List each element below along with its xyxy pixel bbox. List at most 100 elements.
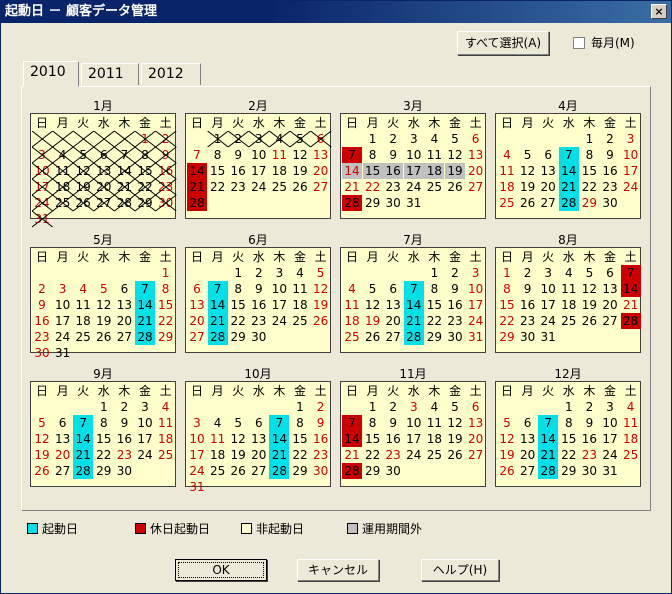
day-cell[interactable]: 8 bbox=[208, 147, 228, 163]
day-cell[interactable]: 2 bbox=[156, 131, 176, 147]
weekday-header[interactable]: 水 bbox=[249, 383, 269, 399]
day-cell[interactable]: 6 bbox=[538, 147, 558, 163]
day-cell[interactable]: 20 bbox=[53, 447, 73, 463]
day-cell[interactable]: 18 bbox=[156, 431, 176, 447]
weekday-header[interactable]: 金 bbox=[290, 383, 310, 399]
day-cell[interactable]: 27 bbox=[383, 329, 403, 345]
day-cell[interactable]: 24 bbox=[466, 313, 486, 329]
day-cell[interactable]: 29 bbox=[156, 329, 176, 345]
day-cell[interactable]: 4 bbox=[424, 399, 444, 415]
day-cell[interactable]: 12 bbox=[32, 431, 52, 447]
day-cell[interactable]: 2 bbox=[383, 131, 403, 147]
day-cell[interactable]: 25 bbox=[424, 447, 444, 463]
day-cell[interactable]: 10 bbox=[53, 297, 73, 313]
day-cell[interactable]: 6 bbox=[518, 415, 538, 431]
day-cell[interactable]: 20 bbox=[518, 447, 538, 463]
day-cell[interactable]: 26 bbox=[518, 195, 538, 211]
day-cell[interactable]: 4 bbox=[156, 399, 176, 415]
weekday-header[interactable]: 火 bbox=[538, 383, 558, 399]
day-cell[interactable]: 6 bbox=[94, 147, 114, 163]
weekday-header[interactable]: 火 bbox=[73, 249, 93, 265]
day-cell[interactable]: 31 bbox=[404, 195, 424, 211]
day-cell[interactable]: 22 bbox=[559, 447, 579, 463]
day-cell[interactable]: 25 bbox=[497, 195, 517, 211]
weekday-header[interactable]: 月 bbox=[53, 383, 73, 399]
day-cell[interactable]: 3 bbox=[621, 131, 641, 147]
weekday-header[interactable]: 火 bbox=[383, 115, 403, 131]
day-cell[interactable]: 24 bbox=[538, 313, 558, 329]
weekday-header[interactable]: 土 bbox=[621, 383, 641, 399]
day-cell[interactable]: 10 bbox=[187, 431, 207, 447]
day-cell[interactable]: 1 bbox=[156, 265, 176, 281]
day-cell[interactable]: 10 bbox=[404, 415, 424, 431]
day-cell[interactable]: 26 bbox=[94, 329, 114, 345]
month-title[interactable]: 7月 bbox=[340, 233, 486, 247]
day-cell[interactable]: 26 bbox=[363, 329, 383, 345]
day-cell[interactable]: 14 bbox=[114, 163, 134, 179]
weekday-header[interactable]: 日 bbox=[32, 383, 52, 399]
day-cell[interactable]: 30 bbox=[32, 345, 52, 361]
weekday-header[interactable]: 土 bbox=[311, 115, 331, 131]
weekday-header[interactable]: 金 bbox=[290, 249, 310, 265]
day-cell[interactable]: 24 bbox=[135, 447, 155, 463]
day-cell[interactable]: 29 bbox=[497, 329, 517, 345]
day-cell[interactable]: 27 bbox=[466, 447, 486, 463]
day-cell[interactable]: 3 bbox=[404, 399, 424, 415]
day-cell[interactable]: 28 bbox=[558, 195, 579, 211]
day-cell[interactable]: 1 bbox=[424, 265, 444, 281]
day-cell[interactable]: 11 bbox=[497, 163, 517, 179]
weekday-header[interactable]: 日 bbox=[32, 249, 52, 265]
day-cell[interactable]: 14 bbox=[538, 431, 559, 447]
day-cell[interactable]: 19 bbox=[445, 163, 465, 179]
day-cell[interactable]: 8 bbox=[559, 415, 579, 431]
day-cell[interactable]: 11 bbox=[424, 147, 444, 163]
day-cell[interactable]: 9 bbox=[311, 415, 331, 431]
day-cell[interactable]: 19 bbox=[363, 313, 383, 329]
month-title[interactable]: 4月 bbox=[495, 99, 641, 113]
weekday-header[interactable]: 金 bbox=[290, 115, 310, 131]
day-cell[interactable]: 11 bbox=[269, 147, 289, 163]
day-cell[interactable]: 1 bbox=[497, 265, 517, 281]
day-cell[interactable]: 20 bbox=[383, 313, 403, 329]
day-cell[interactable]: 18 bbox=[208, 447, 228, 463]
weekday-header[interactable]: 水 bbox=[94, 115, 114, 131]
day-cell[interactable]: 25 bbox=[559, 313, 579, 329]
day-cell[interactable]: 8 bbox=[497, 281, 517, 297]
day-cell[interactable]: 2 bbox=[579, 399, 599, 415]
weekday-header[interactable]: 月 bbox=[53, 249, 73, 265]
weekday-header[interactable]: 月 bbox=[363, 383, 383, 399]
day-cell[interactable]: 6 bbox=[53, 415, 73, 431]
day-cell[interactable]: 3 bbox=[249, 131, 269, 147]
close-button[interactable]: × bbox=[651, 4, 667, 19]
day-cell[interactable]: 31 bbox=[32, 211, 52, 227]
day-cell[interactable]: 7 bbox=[538, 415, 559, 431]
day-cell[interactable]: 19 bbox=[311, 297, 331, 313]
day-cell[interactable]: 5 bbox=[73, 147, 93, 163]
weekday-header[interactable]: 水 bbox=[559, 383, 579, 399]
day-cell[interactable]: 28 bbox=[207, 329, 228, 345]
day-cell[interactable]: 23 bbox=[600, 179, 620, 195]
weekday-header[interactable]: 日 bbox=[342, 249, 362, 265]
weekday-header[interactable]: 土 bbox=[156, 383, 176, 399]
day-cell[interactable]: 4 bbox=[497, 147, 517, 163]
day-cell[interactable]: 7 bbox=[207, 281, 228, 297]
weekday-header[interactable]: 火 bbox=[538, 249, 558, 265]
day-cell[interactable]: 22 bbox=[156, 313, 176, 329]
day-cell[interactable]: 9 bbox=[518, 281, 538, 297]
day-cell[interactable]: 10 bbox=[621, 147, 641, 163]
day-cell[interactable]: 4 bbox=[621, 399, 641, 415]
day-cell[interactable]: 16 bbox=[518, 297, 538, 313]
day-cell[interactable]: 12 bbox=[579, 281, 599, 297]
day-cell[interactable]: 14 bbox=[620, 281, 641, 297]
day-cell[interactable]: 10 bbox=[135, 415, 155, 431]
weekday-header[interactable]: 日 bbox=[187, 249, 207, 265]
day-cell[interactable]: 5 bbox=[363, 281, 383, 297]
day-cell[interactable]: 30 bbox=[114, 463, 134, 479]
day-cell[interactable]: 10 bbox=[600, 415, 620, 431]
month-title[interactable]: 12月 bbox=[495, 367, 641, 381]
weekday-header[interactable]: 水 bbox=[404, 115, 424, 131]
day-cell[interactable]: 27 bbox=[114, 329, 134, 345]
day-cell[interactable]: 22 bbox=[208, 179, 228, 195]
day-cell[interactable]: 21 bbox=[342, 179, 362, 195]
day-cell[interactable]: 20 bbox=[187, 313, 207, 329]
